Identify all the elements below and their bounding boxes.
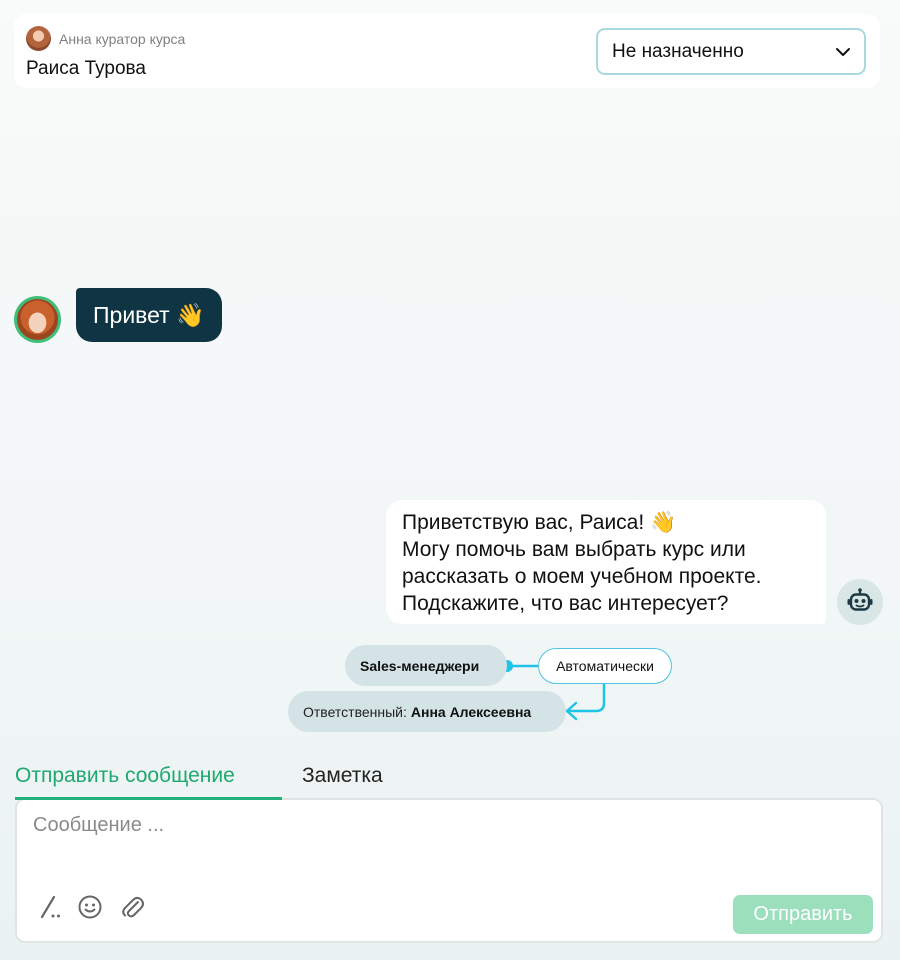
outgoing-message-line: рассказать о моем учебном проекте. xyxy=(402,565,762,588)
routing-group-chip: Sales-менеджери xyxy=(345,645,507,686)
bot-avatar xyxy=(837,579,883,625)
curator-label: Анна куратор курса xyxy=(59,30,186,47)
responsible-label: Ответственный: xyxy=(303,703,407,720)
curator-row: Анна куратор курса xyxy=(26,26,185,51)
robot-icon xyxy=(847,588,873,611)
incoming-message-text: Привет 👋 xyxy=(93,301,205,328)
emoji-icon[interactable] xyxy=(77,894,103,920)
paperclip-icon[interactable] xyxy=(119,894,145,920)
active-tab-underline xyxy=(15,797,282,800)
send-button[interactable]: Отправить xyxy=(733,895,873,934)
client-name: Раиса Турова xyxy=(26,58,146,79)
chat-header: Анна куратор курса Раиса Турова Не назна… xyxy=(14,14,880,88)
outgoing-message: Приветствую вас, Раиса! 👋 Могу помочь ва… xyxy=(386,500,826,624)
tab-send-message[interactable]: Отправить сообщение xyxy=(15,764,235,788)
assignee-select-value: Не назначенно xyxy=(612,40,744,62)
routing-mode-chip: Автоматически xyxy=(538,648,672,684)
curator-avatar xyxy=(26,26,51,51)
client-avatar xyxy=(14,296,61,343)
slash-command-icon[interactable] xyxy=(37,894,63,920)
tab-note[interactable]: Заметка xyxy=(302,764,383,788)
chevron-down-icon xyxy=(836,47,850,56)
assignee-select[interactable]: Не назначенно xyxy=(596,28,866,75)
outgoing-message-line: Подскажите, что вас интересует? xyxy=(402,592,729,615)
responsible-chip: Ответственный: Анна Алексеевна xyxy=(288,691,566,732)
message-composer: Отправить xyxy=(15,798,883,943)
outgoing-message-line: Приветствую вас, Раиса! 👋 xyxy=(402,511,677,534)
outgoing-message-line: Могу помочь вам выбрать курс или xyxy=(402,538,746,561)
incoming-message: Привет 👋 xyxy=(76,288,222,342)
responsible-name: Анна Алексеевна xyxy=(410,703,532,720)
message-input[interactable] xyxy=(33,814,833,854)
